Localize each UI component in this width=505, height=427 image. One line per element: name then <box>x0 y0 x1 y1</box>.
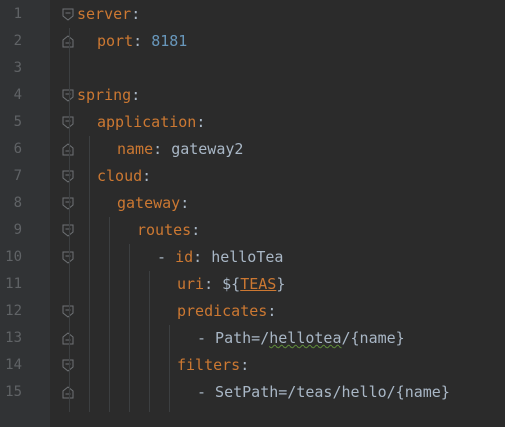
code-token: helloTea <box>211 248 284 266</box>
line-number: 6 <box>13 141 22 157</box>
fold-expanded-icon[interactable] <box>62 8 74 21</box>
line-number: 7 <box>13 168 22 184</box>
fold-end-icon[interactable] <box>62 332 74 345</box>
fold-expanded-icon[interactable] <box>62 116 74 129</box>
code-line[interactable]: 4 spring: <box>0 82 505 109</box>
code-text: application: <box>97 109 205 136</box>
code-line[interactable]: 6 name: gateway2 <box>0 136 505 163</box>
code-token: : <box>193 248 212 266</box>
code-token: : <box>133 32 152 50</box>
line-number: 3 <box>13 60 22 76</box>
code-text: routes: <box>137 217 200 244</box>
code-token: : <box>267 302 277 320</box>
line-number: 8 <box>13 195 22 211</box>
code-text: - SetPath=/teas/hello/{name} <box>197 379 450 406</box>
code-text: gateway: <box>117 190 189 217</box>
code-line[interactable]: 14 filters: <box>0 352 505 379</box>
fold-expanded-icon[interactable] <box>62 359 74 372</box>
line-number: 9 <box>13 222 22 238</box>
code-token: routes <box>137 221 192 239</box>
code-editor[interactable]: 1 server: 2 port: 8181 3 4 spring: 5 application… <box>0 0 505 427</box>
code-token: : <box>131 5 141 23</box>
code-line[interactable]: 11 uri: ${TEAS} <box>0 271 505 298</box>
code-line[interactable]: 10 - id: helloTea <box>0 244 505 271</box>
code-text: name: gateway2 <box>117 136 243 163</box>
code-text: - id: helloTea <box>157 244 283 271</box>
code-token: server <box>77 5 132 23</box>
code-text: port: 8181 <box>97 28 187 55</box>
code-token: predicates <box>177 302 268 320</box>
code-token: : <box>180 194 190 212</box>
code-token: port <box>97 32 134 50</box>
indent-guide <box>69 28 70 412</box>
fold-expanded-icon[interactable] <box>62 251 74 264</box>
code-line[interactable]: 9 routes: <box>0 217 505 244</box>
code-token: : <box>191 221 201 239</box>
code-token: gateway2 <box>171 140 244 158</box>
code-text: cloud: <box>97 163 151 190</box>
code-text: predicates: <box>177 298 276 325</box>
fold-end-icon[interactable] <box>62 386 74 399</box>
line-number: 15 <box>5 384 22 400</box>
line-number: 1 <box>13 6 22 22</box>
code-line[interactable]: 12 predicates: <box>0 298 505 325</box>
code-token: name <box>117 140 154 158</box>
code-token: spring <box>77 86 132 104</box>
line-number: 5 <box>13 114 22 130</box>
code-token: : <box>196 113 206 131</box>
line-number: 12 <box>5 303 22 319</box>
code-line[interactable]: 3 <box>0 55 505 82</box>
code-token: cloud <box>97 167 143 185</box>
indent-guide <box>89 136 90 412</box>
code-line[interactable]: 15 - SetPath=/teas/hello/{name} <box>0 379 505 406</box>
code-text: - Path=/hellotea/{name} <box>197 325 405 352</box>
code-line[interactable]: 7 cloud: <box>0 163 505 190</box>
fold-expanded-icon[interactable] <box>62 305 74 318</box>
code-text: uri: ${TEAS} <box>177 271 285 298</box>
code-line[interactable]: 2 port: 8181 <box>0 28 505 55</box>
fold-expanded-icon[interactable] <box>62 197 74 210</box>
code-token: application <box>97 113 197 131</box>
code-text: filters: <box>177 352 249 379</box>
code-token: /{name} <box>341 329 405 347</box>
code-token: : <box>142 167 152 185</box>
fold-expanded-icon[interactable] <box>62 89 74 102</box>
code-token: : <box>204 275 223 293</box>
indent-guide <box>149 271 150 412</box>
code-token: - SetPath=/teas/hello/{name} <box>197 383 450 401</box>
code-text: server: <box>77 1 140 28</box>
code-token: ${ <box>222 275 241 293</box>
code-token: : <box>131 86 141 104</box>
code-line[interactable]: 5 application: <box>0 109 505 136</box>
line-number: 11 <box>5 276 22 292</box>
fold-expanded-icon[interactable] <box>62 170 74 183</box>
code-line[interactable]: 1 server: <box>0 1 505 28</box>
fold-end-icon[interactable] <box>62 35 74 48</box>
fold-end-icon[interactable] <box>62 143 74 156</box>
code-token: filters <box>177 356 241 374</box>
line-number: 2 <box>13 33 22 49</box>
line-number: 4 <box>13 87 22 103</box>
line-number: 14 <box>5 357 22 373</box>
indent-guide <box>109 217 110 412</box>
code-token: : <box>240 356 250 374</box>
code-token: hellotea <box>269 329 342 347</box>
code-token: } <box>276 275 286 293</box>
code-token: uri <box>177 275 205 293</box>
fold-expanded-icon[interactable] <box>62 224 74 237</box>
indent-guide <box>129 244 130 412</box>
line-number: 13 <box>5 330 22 346</box>
code-token: gateway <box>117 194 181 212</box>
code-line[interactable]: 13 - Path=/hellotea/{name} <box>0 325 505 352</box>
code-token: 8181 <box>151 32 188 50</box>
line-number: 10 <box>5 249 22 265</box>
code-text: spring: <box>77 82 140 109</box>
code-token: - <box>157 248 176 266</box>
code-line[interactable]: 8 gateway: <box>0 190 505 217</box>
code-token: - Path=/ <box>197 329 270 347</box>
indent-guide <box>169 325 170 412</box>
code-token: : <box>153 140 172 158</box>
code-token: id <box>175 248 194 266</box>
code-token: TEAS <box>240 275 277 293</box>
